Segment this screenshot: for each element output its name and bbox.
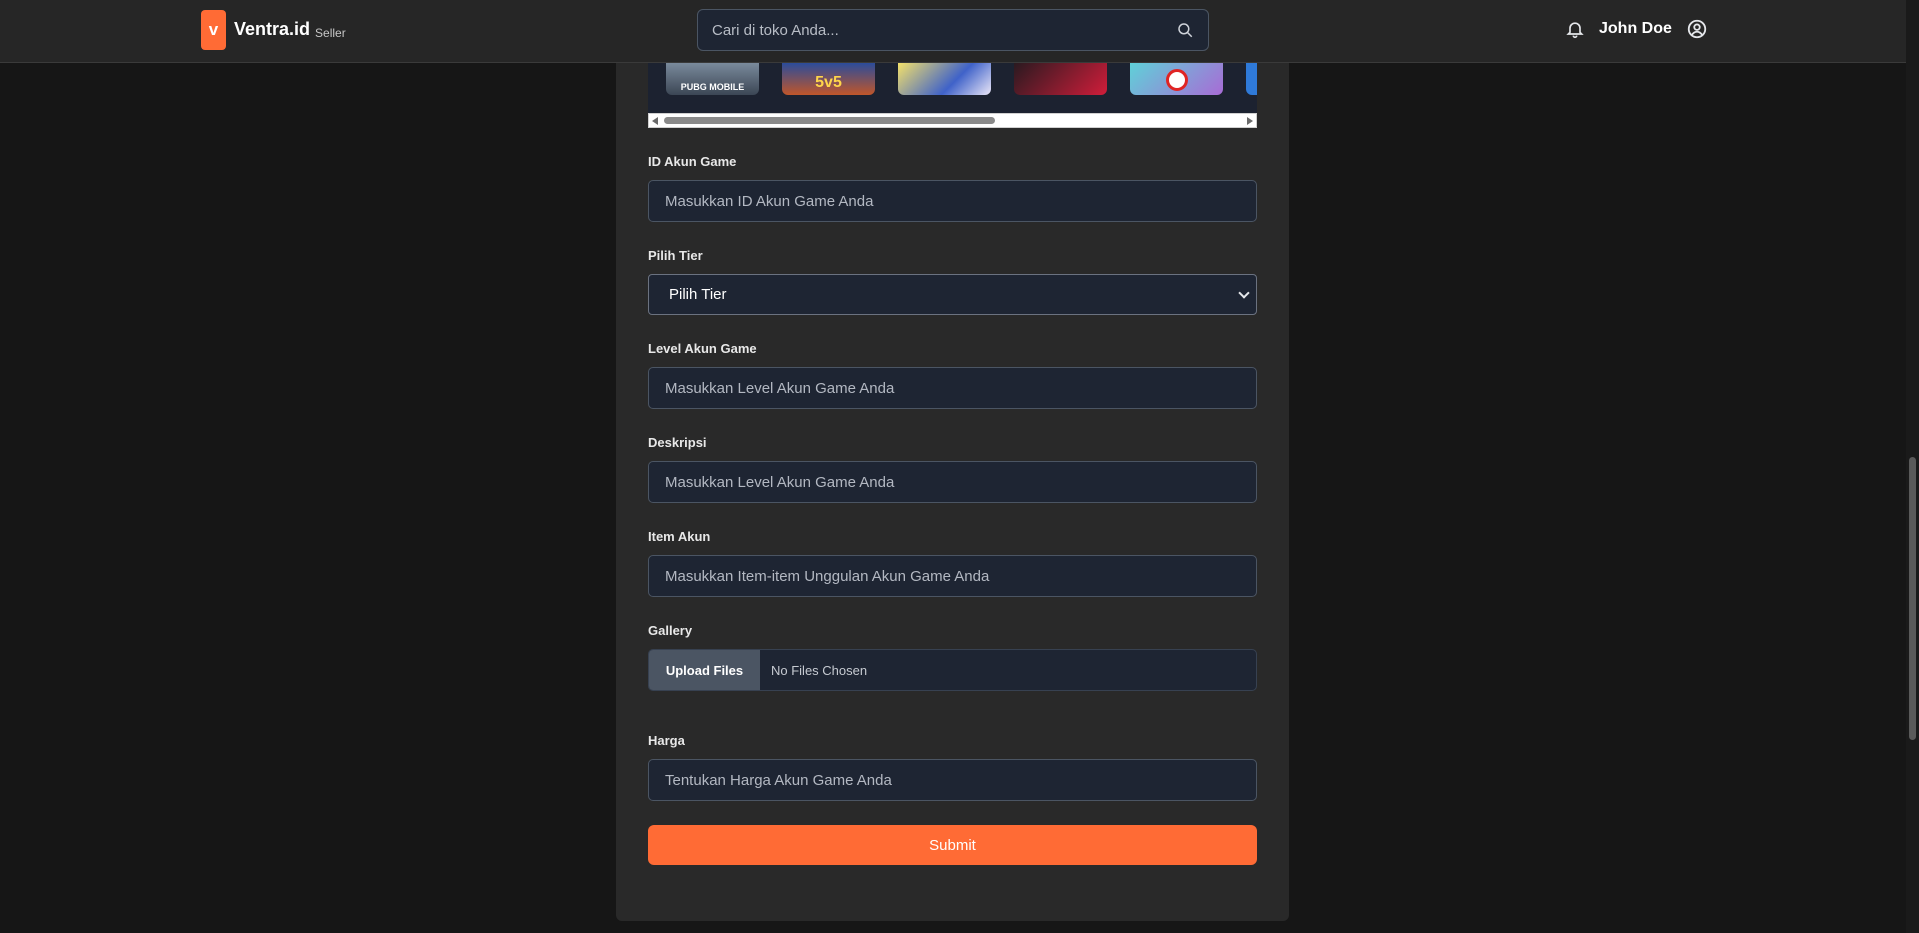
game-thumbnail-valorant[interactable] — [1014, 63, 1107, 95]
scrollbar-thumb[interactable] — [664, 117, 995, 124]
header-user-area: John Doe — [1565, 18, 1708, 40]
item-akun-label: Item Akun — [648, 529, 711, 544]
tier-label: Pilih Tier — [648, 248, 703, 263]
deskripsi-field — [648, 461, 1257, 503]
id-akun-input[interactable] — [649, 181, 1256, 221]
id-akun-field — [648, 180, 1257, 222]
harga-label: Harga — [648, 733, 685, 748]
page-scrollbar[interactable] — [1906, 0, 1919, 933]
search-bar — [697, 9, 1209, 51]
game-label: PUBG MOBILE — [680, 82, 745, 92]
game-thumbnail-pubg[interactable]: PUBG MOBILE — [666, 63, 759, 95]
gallery-file-input[interactable]: Upload Files No Files Chosen — [648, 649, 1257, 691]
chevron-down-icon — [1238, 287, 1250, 299]
submit-button[interactable]: Submit — [648, 825, 1257, 865]
top-navbar: v Ventra.id Seller John Doe — [0, 0, 1919, 63]
scroll-right-arrow-icon[interactable] — [1247, 117, 1253, 125]
carousel-scrollbar[interactable] — [648, 113, 1257, 128]
game-thumbnail-mlbb[interactable]: 5v5 — [782, 63, 875, 95]
search-icon[interactable] — [1176, 21, 1194, 39]
harga-input[interactable] — [649, 760, 1256, 800]
item-akun-field — [648, 555, 1257, 597]
brand-name: Ventra.id — [234, 19, 311, 39]
scroll-left-arrow-icon[interactable] — [652, 117, 658, 125]
game-label: 5v5 — [815, 74, 842, 91]
user-name[interactable]: John Doe — [1599, 20, 1672, 38]
tier-select[interactable]: Pilih Tier — [648, 274, 1257, 315]
harga-field — [648, 759, 1257, 801]
brand-subtitle: Seller — [315, 26, 346, 40]
page-scrollbar-thumb[interactable] — [1909, 457, 1916, 740]
sell-account-form-card: PUBG MOBILE 5v5 ID Akun Game Pilih Tier … — [616, 63, 1289, 921]
search-input[interactable] — [712, 21, 1176, 39]
free-fire-logo-icon — [1165, 69, 1188, 91]
id-akun-label: ID Akun Game — [648, 154, 737, 169]
user-avatar-icon[interactable] — [1686, 18, 1708, 40]
notification-bell-icon[interactable] — [1565, 19, 1585, 39]
game-thumbnail-freefire[interactable] — [1130, 63, 1223, 95]
game-thumbnail-next[interactable] — [1246, 63, 1257, 95]
gallery-label: Gallery — [648, 623, 693, 638]
level-field — [648, 367, 1257, 409]
level-input[interactable] — [649, 368, 1256, 408]
deskripsi-input[interactable] — [649, 462, 1256, 502]
deskripsi-label: Deskripsi — [648, 435, 707, 450]
level-label: Level Akun Game — [648, 341, 757, 356]
item-akun-input[interactable] — [649, 556, 1256, 596]
brand-logo-link[interactable]: v Ventra.id Seller — [201, 10, 346, 50]
upload-status-text: No Files Chosen — [771, 662, 868, 678]
game-thumbnail-genshin[interactable] — [898, 63, 991, 95]
brand-logo-icon: v — [201, 10, 226, 50]
upload-files-button[interactable]: Upload Files — [649, 650, 760, 690]
tier-selected-value: Pilih Tier — [669, 286, 727, 303]
